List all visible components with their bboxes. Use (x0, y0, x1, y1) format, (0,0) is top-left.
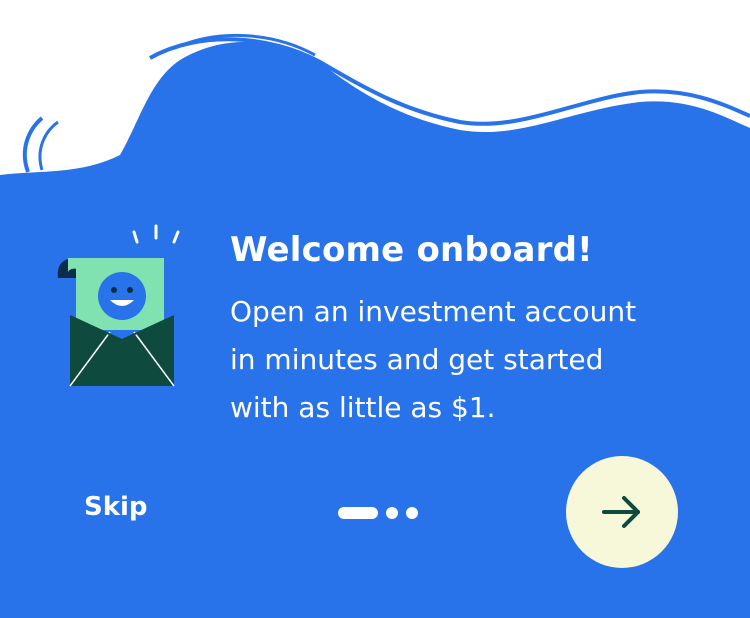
pagination-dots (338, 507, 418, 519)
pagination-dot-active[interactable] (338, 507, 378, 519)
description-line-2: in minutes and get started (230, 343, 604, 376)
pagination-dot[interactable] (386, 507, 398, 519)
arrow-right-icon (602, 496, 640, 528)
page-title: Welcome onboard! (230, 230, 593, 270)
envelope-smiley-icon (52, 220, 192, 390)
description-line-3: with as little as $1. (230, 391, 496, 424)
next-button[interactable] (566, 456, 678, 568)
pagination-dot[interactable] (406, 507, 418, 519)
description-line-1: Open an investment account (230, 295, 637, 328)
onboarding-description: Open an investment account in minutes an… (230, 288, 670, 432)
skip-button[interactable]: Skip (84, 492, 148, 522)
